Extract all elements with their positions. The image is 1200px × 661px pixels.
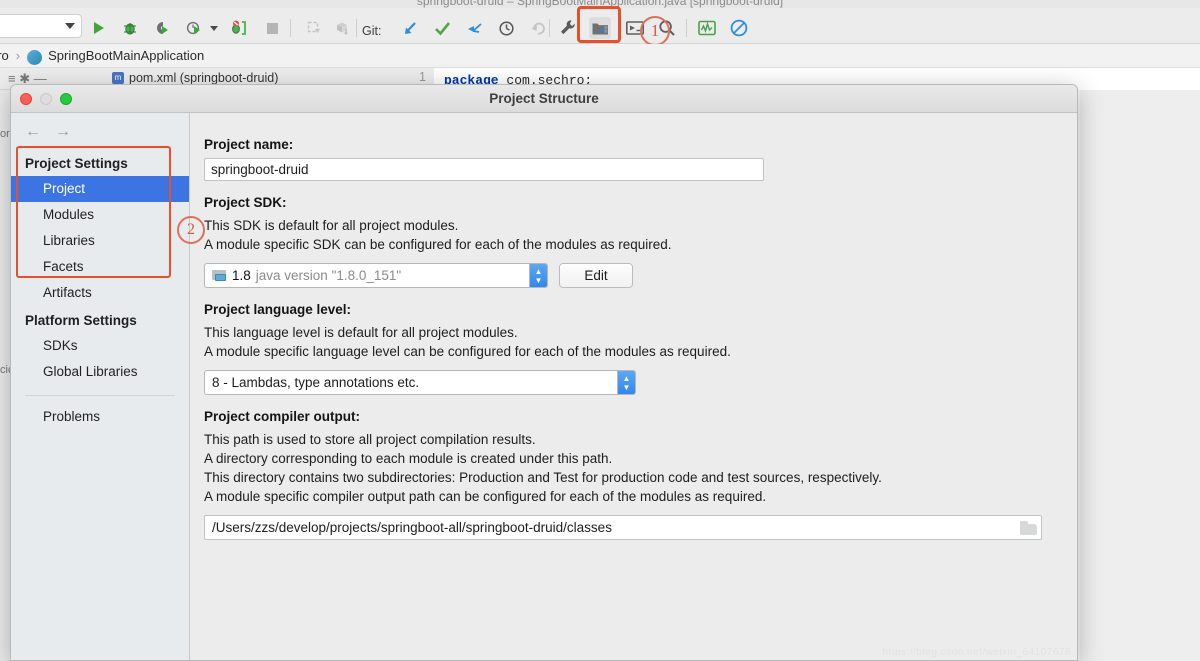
sidebar-item-facets[interactable]: Facets bbox=[11, 254, 189, 280]
jdk-icon bbox=[212, 269, 227, 282]
project-sdk-desc-1: This SDK is default for all project modu… bbox=[204, 218, 459, 233]
stepper-icon[interactable]: ▲ ▼ bbox=[529, 264, 547, 287]
sidebar-divider bbox=[25, 395, 175, 396]
run-configuration-selector[interactable]: ation (1) bbox=[0, 14, 82, 38]
project-language-level-label: Project language level: bbox=[204, 302, 352, 317]
debug-icon[interactable] bbox=[120, 18, 140, 38]
project-sdk-combobox[interactable]: 1.8 java version "1.8.0_151" ▲ ▼ bbox=[204, 263, 548, 288]
project-sdk-value: 1.8 java version "1.8.0_151" bbox=[212, 268, 529, 283]
project-structure-dialog: Project Structure ← → Project Settings P… bbox=[10, 84, 1078, 661]
sidebar-item-project[interactable]: Project bbox=[11, 176, 189, 202]
sidebar-group-platform-settings: Platform Settings bbox=[25, 313, 137, 328]
project-sdk-version: 1.8 bbox=[232, 268, 251, 283]
stop-icon bbox=[262, 18, 282, 38]
project-language-level-value: 8 - Lambdas, type annotations etc. bbox=[212, 375, 420, 390]
profile-icon[interactable] bbox=[184, 18, 204, 38]
project-sdk-description: java version "1.8.0_151" bbox=[255, 268, 402, 283]
rollback-icon bbox=[528, 18, 548, 38]
breadcrumb-crumb-2[interactable]: SpringBootMainApplication bbox=[48, 48, 204, 63]
sync-icon bbox=[304, 18, 324, 38]
background-fragment-1: or bbox=[0, 128, 10, 140]
sidebar-item-sdks[interactable]: SDKs bbox=[11, 333, 189, 359]
run-icon[interactable] bbox=[88, 18, 108, 38]
project-compiler-output-label: Project compiler output: bbox=[204, 409, 361, 424]
breadcrumb: oro › SpringBootMainApplication bbox=[0, 44, 1200, 68]
download-icon bbox=[332, 18, 352, 38]
project-structure-icon[interactable] bbox=[589, 17, 611, 39]
stepper-icon[interactable]: ▲ ▼ bbox=[617, 371, 635, 394]
dialog-main-panel: Project name: springboot-druid Project S… bbox=[190, 113, 1077, 660]
language-level-desc-1: This language level is default for all p… bbox=[204, 325, 518, 340]
project-sdk-row: 1.8 java version "1.8.0_151" ▲ ▼ Edit bbox=[204, 263, 1077, 288]
project-sdk-label: Project SDK: bbox=[204, 195, 287, 210]
back-icon[interactable]: ← bbox=[25, 123, 41, 141]
dialog-title: Project Structure bbox=[489, 91, 599, 106]
push-icon[interactable] bbox=[464, 18, 484, 38]
editor-tab-label: pom.xml (springboot-druid) bbox=[129, 71, 279, 85]
monitor-icon[interactable] bbox=[697, 18, 717, 38]
xml-file-icon: m bbox=[112, 72, 124, 84]
dialog-title-bar: Project Structure bbox=[11, 85, 1077, 113]
compiler-output-desc-3: This directory contains two subdirectori… bbox=[204, 470, 882, 485]
project-name-input[interactable]: springboot-druid bbox=[204, 158, 764, 181]
compiler-output-desc-4: A module specific compiler output path c… bbox=[204, 489, 767, 504]
compiler-output-value: /Users/zzs/develop/projects/springboot-a… bbox=[212, 520, 612, 535]
update-project-icon[interactable] bbox=[400, 18, 420, 38]
breadcrumb-crumb-1[interactable]: oro bbox=[0, 48, 9, 63]
editor-tab-pom-xml[interactable]: m pom.xml (springboot-druid) bbox=[112, 71, 278, 85]
compiler-output-desc-1: This path is used to store all project c… bbox=[204, 432, 536, 447]
sidebar-item-global-libraries[interactable]: Global Libraries bbox=[11, 359, 189, 385]
folder-icon[interactable] bbox=[1020, 520, 1037, 535]
dialog-sidebar: ← → Project Settings Project Modules Lib… bbox=[11, 113, 190, 660]
history-icon[interactable] bbox=[496, 18, 516, 38]
commit-icon[interactable] bbox=[432, 18, 452, 38]
project-language-level-combobox[interactable]: 8 - Lambdas, type annotations etc. ▲ ▼ bbox=[204, 370, 636, 395]
edit-sdk-button[interactable]: Edit bbox=[559, 263, 633, 288]
project-sdk-desc-2: A module specific SDK can be configured … bbox=[204, 237, 672, 252]
dialog-body: ← → Project Settings Project Modules Lib… bbox=[11, 113, 1077, 660]
java-class-icon bbox=[27, 50, 43, 65]
annotation-marker-1: 1 bbox=[640, 16, 670, 46]
language-level-desc-2: A module specific language level can be … bbox=[204, 344, 731, 359]
sidebar-nav-arrows: ← → bbox=[11, 113, 189, 149]
ide-toolbar: ation (1) bbox=[0, 8, 1200, 44]
run-with-coverage-icon[interactable] bbox=[152, 18, 172, 38]
project-name-label: Project name: bbox=[204, 137, 294, 152]
git-label: Git: bbox=[362, 24, 382, 38]
sidebar-item-libraries[interactable]: Libraries bbox=[11, 228, 189, 254]
wrench-icon[interactable] bbox=[558, 18, 578, 38]
ide-window-title: springboot-druid – SpringBootMainApplica… bbox=[416, 0, 784, 8]
ide-right-background bbox=[1080, 90, 1200, 661]
sidebar-group-project-settings: Project Settings bbox=[25, 156, 128, 171]
watermark: https://blog.csdn.net/weixin_64107678 bbox=[882, 647, 1071, 658]
compiler-output-input[interactable]: /Users/zzs/develop/projects/springboot-a… bbox=[204, 515, 1042, 540]
run-configuration-label: ation (1) bbox=[0, 19, 61, 33]
sidebar-item-modules[interactable]: Modules bbox=[11, 202, 189, 228]
chevron-down-icon bbox=[65, 23, 75, 29]
profile-dropdown-icon[interactable] bbox=[204, 18, 224, 38]
compiler-output-desc-2: A directory corresponding to each module… bbox=[204, 451, 613, 466]
compiler-output-row: /Users/zzs/develop/projects/springboot-a… bbox=[204, 515, 1077, 540]
annotation-marker-2: 2 bbox=[177, 216, 205, 244]
no-entry-icon[interactable] bbox=[729, 18, 749, 38]
forward-icon[interactable]: → bbox=[55, 123, 71, 141]
stop-build-icon[interactable] bbox=[228, 18, 248, 38]
sidebar-item-problems[interactable]: Problems bbox=[11, 404, 189, 430]
ide-title-bar: springboot-druid – SpringBootMainApplica… bbox=[0, 0, 1200, 8]
breadcrumb-separator: › bbox=[15, 48, 21, 63]
sidebar-item-artifacts[interactable]: Artifacts bbox=[11, 280, 189, 306]
